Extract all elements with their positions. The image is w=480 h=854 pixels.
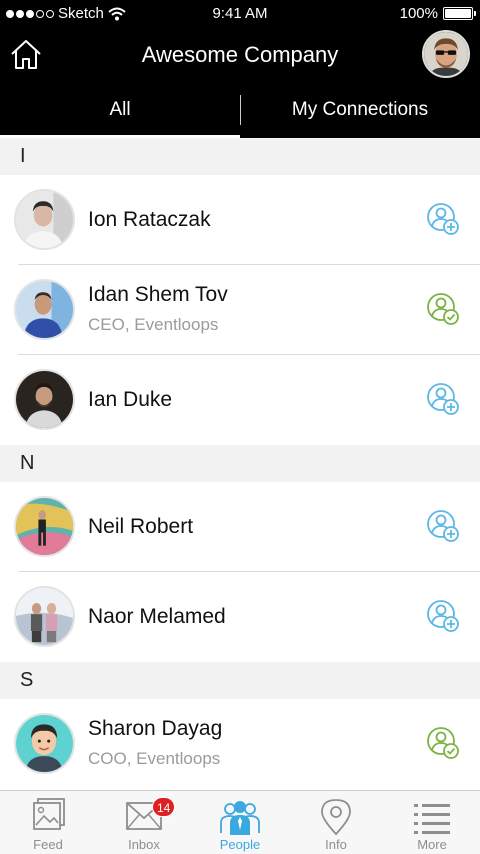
map-pin-icon — [321, 799, 351, 836]
avatar — [14, 496, 75, 557]
add-connection-icon[interactable] — [426, 202, 462, 238]
person-name: Neil Robert — [88, 515, 194, 538]
list-item[interactable]: Neil Robert — [0, 482, 480, 572]
avatar — [14, 586, 75, 647]
battery-icon — [443, 7, 476, 20]
section-header-s: S — [0, 662, 480, 699]
tab-all[interactable]: All — [0, 82, 240, 138]
status-bar: Sketch 9:41 AM 100% — [0, 0, 480, 28]
person-name: Ian Duke — [88, 388, 173, 411]
add-connection-icon[interactable] — [426, 509, 462, 545]
people-icon — [220, 801, 260, 835]
section-header-i: I — [0, 138, 480, 175]
list-item[interactable]: Ian Duke — [0, 355, 480, 445]
tabbar-label-people: People — [219, 837, 261, 852]
tabbar-item-inbox[interactable]: 14 Inbox — [96, 791, 192, 854]
page-title: Awesome Company — [141, 42, 339, 67]
section-header-n: N — [0, 445, 480, 482]
battery-percent: 100% — [399, 5, 438, 22]
list-item[interactable]: Ion Rataczak — [0, 175, 480, 265]
status-right: 100% — [399, 5, 476, 22]
inbox-unread-badge: 14 — [152, 797, 176, 817]
profile-avatar[interactable] — [422, 30, 470, 78]
person-name: Ion Rataczak — [88, 208, 211, 231]
connected-icon[interactable] — [426, 726, 462, 762]
tab-my-connections[interactable]: My Connections — [240, 82, 480, 138]
add-connection-icon[interactable] — [426, 382, 462, 418]
tabbar-item-people[interactable]: People — [192, 791, 288, 854]
list-item[interactable]: Idan Shem Tov CEO, Eventloops — [0, 265, 480, 355]
tabbar-label-inbox: Inbox — [128, 837, 160, 852]
avatar — [14, 369, 75, 430]
bottom-tab-bar: Feed 14 Inbox People Info More — [0, 790, 480, 854]
person-name: Sharon Dayag — [88, 717, 223, 740]
feed-icon — [33, 798, 65, 830]
tab-my-connections-label: My Connections — [291, 99, 429, 120]
app-header: Awesome Company — [0, 28, 480, 82]
connected-icon[interactable] — [426, 292, 462, 328]
tabbar-item-more[interactable]: More — [384, 791, 480, 854]
tabbar-label-info: Info — [325, 837, 347, 852]
person-name: Naor Melamed — [88, 605, 226, 628]
tabbar-item-info[interactable]: Info — [288, 791, 384, 854]
list-item[interactable]: Sharon Dayag COO, Eventloops — [0, 699, 480, 789]
people-filter-tabs: All My Connections — [0, 82, 480, 138]
person-name: Idan Shem Tov — [88, 283, 228, 306]
avatar — [14, 189, 75, 250]
profile-avatar-image — [424, 32, 468, 76]
person-title: COO, Eventloops — [88, 749, 221, 768]
list-icon — [414, 804, 450, 834]
person-title: CEO, Eventloops — [88, 315, 219, 334]
avatar — [14, 279, 75, 340]
list-item[interactable]: Naor Melamed — [0, 572, 480, 662]
tabbar-label-feed: Feed — [33, 837, 63, 852]
avatar — [14, 713, 75, 774]
people-list[interactable]: I Ion Rataczak Idan Shem Tov CEO, Eventl… — [0, 138, 480, 790]
tabbar-item-feed[interactable]: Feed — [0, 791, 96, 854]
tabbar-label-more: More — [417, 837, 447, 852]
tab-all-label: All — [109, 99, 131, 120]
add-connection-icon[interactable] — [426, 599, 462, 635]
